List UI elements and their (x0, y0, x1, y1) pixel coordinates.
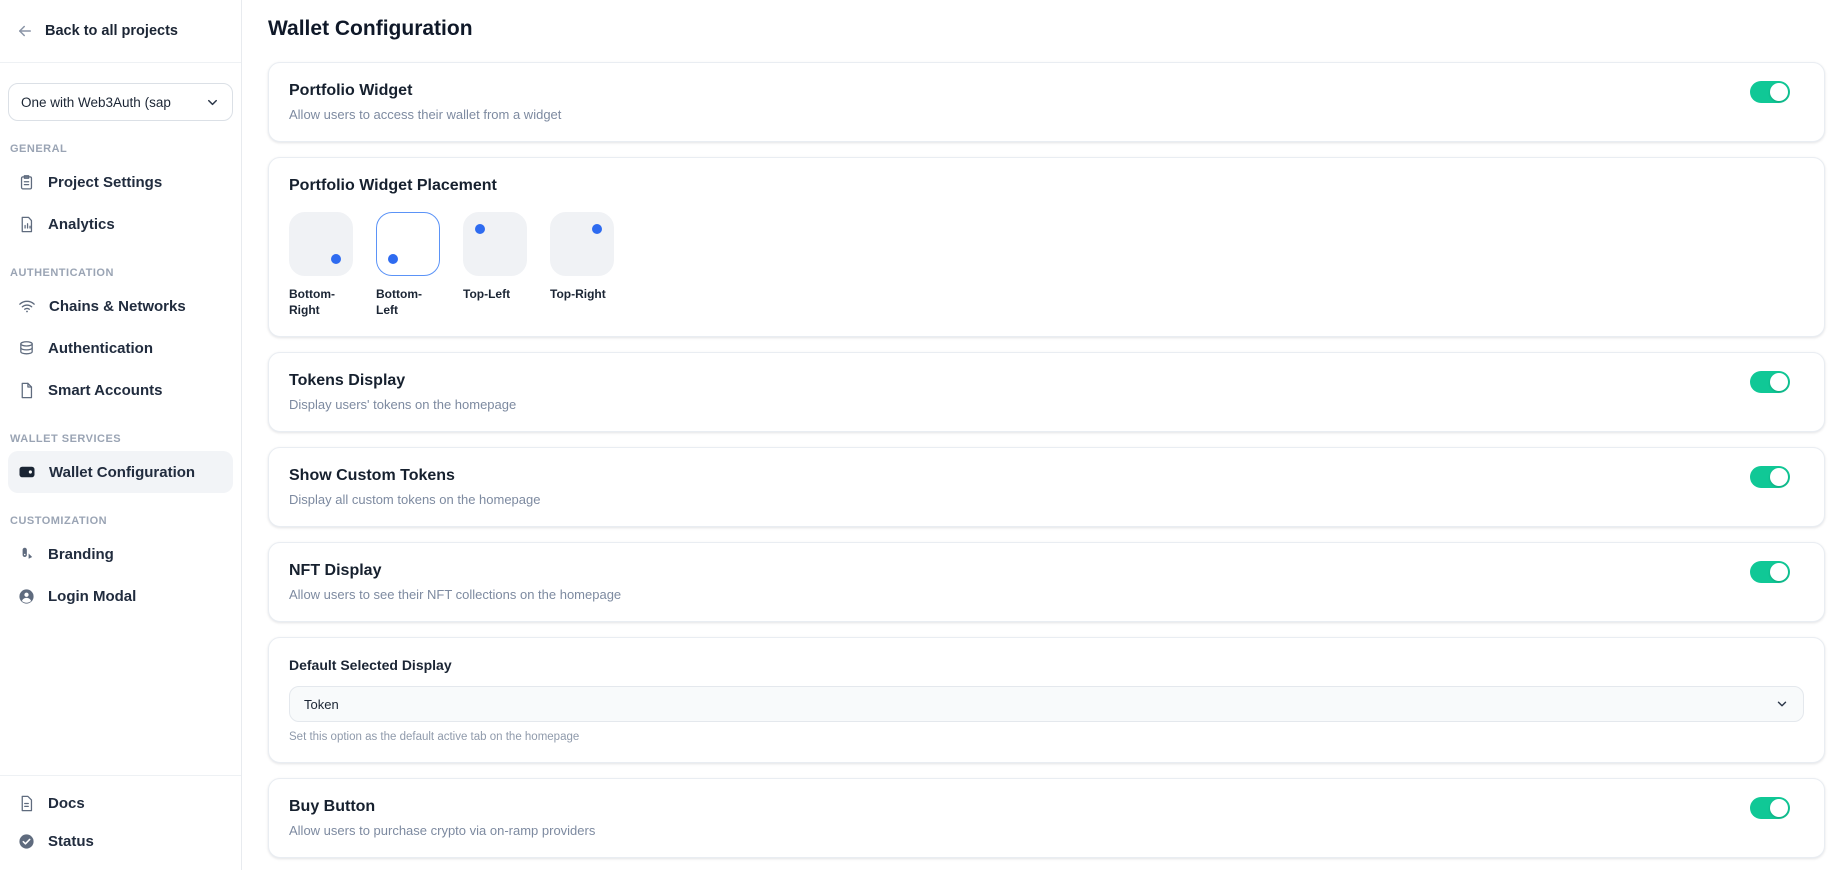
placement-preview-box (289, 212, 353, 276)
placement-preview-box (463, 212, 527, 276)
placement-options: Bottom-Right Bottom-Left Top-Left Top-Ri… (289, 212, 1804, 318)
sidebar-item-label: Authentication (48, 340, 153, 357)
card-description: Display users' tokens on the homepage (289, 396, 516, 413)
sidebar-item-branding[interactable]: Branding (0, 533, 241, 575)
wallet-icon (18, 463, 36, 481)
placement-option-top-left[interactable]: Top-Left (463, 212, 527, 318)
placement-preview-box (550, 212, 614, 276)
section-label-wallet-services: WALLET SERVICES (10, 433, 225, 445)
card-title: Buy Button (289, 797, 595, 817)
show-custom-tokens-card: Show Custom Tokens Display all custom to… (268, 447, 1825, 527)
default-display-helper-text: Set this option as the default active ta… (289, 730, 1804, 744)
section-label-customization: CUSTOMIZATION (10, 515, 225, 527)
sidebar-item-chains-networks[interactable]: Chains & Networks (0, 285, 241, 327)
sidebar-item-label: Smart Accounts (48, 382, 162, 399)
widget-dot-icon (592, 224, 602, 234)
placement-preview-box (376, 212, 440, 276)
section-label-general: GENERAL (10, 143, 225, 155)
card-description: Allow users to access their wallet from … (289, 106, 561, 123)
tokens-display-card: Tokens Display Display users' tokens on … (268, 352, 1825, 432)
default-display-select-value: Token (304, 697, 339, 712)
brush-icon (18, 546, 35, 563)
widget-dot-icon (475, 224, 485, 234)
default-display-label: Default Selected Display (289, 656, 1804, 674)
sidebar: Back to all projects One with Web3Auth (… (0, 0, 242, 870)
card-description: Allow users to see their NFT collections… (289, 586, 621, 603)
section-label-authentication: AUTHENTICATION (10, 267, 225, 279)
buy-button-toggle[interactable] (1750, 797, 1790, 819)
toggle-knob (1770, 563, 1788, 581)
sidebar-item-label: Analytics (48, 216, 115, 233)
portfolio-widget-card: Portfolio Widget Allow users to access t… (268, 62, 1825, 142)
toggle-knob (1770, 799, 1788, 817)
sidebar-item-label: Docs (48, 795, 85, 812)
tokens-display-toggle[interactable] (1750, 371, 1790, 393)
chevron-down-icon (1775, 697, 1789, 711)
sidebar-footer: Docs Status (0, 775, 241, 870)
back-to-projects-link[interactable]: Back to all projects (0, 0, 241, 63)
docs-icon (18, 795, 35, 812)
toggle-knob (1770, 468, 1788, 486)
back-to-projects-label: Back to all projects (45, 23, 178, 39)
document-chart-icon (18, 216, 35, 233)
show-custom-tokens-toggle[interactable] (1750, 466, 1790, 488)
user-icon (18, 588, 35, 605)
sidebar-item-authentication[interactable]: Authentication (0, 327, 241, 369)
sidebar-item-analytics[interactable]: Analytics (0, 203, 241, 245)
sidebar-item-wallet-configuration[interactable]: Wallet Configuration (8, 451, 233, 493)
placement-option-bottom-right[interactable]: Bottom-Right (289, 212, 353, 318)
page-title: Wallet Configuration (268, 16, 1825, 42)
card-title: Tokens Display (289, 371, 516, 391)
file-icon (18, 382, 35, 399)
card-title: Portfolio Widget (289, 81, 561, 101)
wifi-icon (18, 297, 36, 315)
default-selected-display-card: Default Selected Display Token Set this … (268, 637, 1825, 763)
placement-option-top-right[interactable]: Top-Right (550, 212, 614, 318)
sidebar-item-docs[interactable]: Docs (0, 784, 241, 822)
sidebar-nav: GENERAL Project Settings Analytics AUTHE… (0, 121, 241, 775)
status-check-icon (18, 833, 35, 850)
placement-option-label: Top-Left (463, 286, 527, 302)
sidebar-item-label: Branding (48, 546, 114, 563)
card-title: Portfolio Widget Placement (289, 176, 1804, 196)
sidebar-item-project-settings[interactable]: Project Settings (0, 161, 241, 203)
nft-display-card: NFT Display Allow users to see their NFT… (268, 542, 1825, 622)
project-select-value: One with Web3Auth (sap (21, 95, 171, 110)
default-display-select[interactable]: Token (289, 686, 1804, 722)
sidebar-item-label: Login Modal (48, 588, 136, 605)
toggle-knob (1770, 83, 1788, 101)
sidebar-item-label: Wallet Configuration (49, 464, 195, 481)
project-select-dropdown[interactable]: One with Web3Auth (sap (8, 83, 233, 121)
buy-button-card: Buy Button Allow users to purchase crypt… (268, 778, 1825, 858)
sidebar-item-smart-accounts[interactable]: Smart Accounts (0, 369, 241, 411)
placement-option-label: Bottom-Right (289, 286, 353, 318)
placement-option-label: Top-Right (550, 286, 614, 302)
placement-option-bottom-left[interactable]: Bottom-Left (376, 212, 440, 318)
card-description: Display all custom tokens on the homepag… (289, 491, 540, 508)
sidebar-item-label: Status (48, 833, 94, 850)
card-description: Allow users to purchase crypto via on-ra… (289, 822, 595, 839)
placement-option-label: Bottom-Left (376, 286, 440, 318)
sidebar-item-login-modal[interactable]: Login Modal (0, 575, 241, 617)
chevron-down-icon (205, 95, 220, 110)
card-title: NFT Display (289, 561, 621, 581)
toggle-knob (1770, 373, 1788, 391)
arrow-left-icon (16, 22, 34, 40)
widget-dot-icon (331, 254, 341, 264)
database-icon (18, 340, 35, 357)
clipboard-icon (18, 174, 35, 191)
widget-dot-icon (388, 254, 398, 264)
portfolio-widget-toggle[interactable] (1750, 81, 1790, 103)
nft-display-toggle[interactable] (1750, 561, 1790, 583)
sidebar-item-label: Chains & Networks (49, 298, 186, 315)
main-content: Wallet Configuration Portfolio Widget Al… (242, 0, 1840, 870)
sidebar-item-status[interactable]: Status (0, 822, 241, 860)
portfolio-widget-placement-card: Portfolio Widget Placement Bottom-Right … (268, 157, 1825, 337)
sidebar-item-label: Project Settings (48, 174, 162, 191)
card-title: Show Custom Tokens (289, 466, 540, 486)
